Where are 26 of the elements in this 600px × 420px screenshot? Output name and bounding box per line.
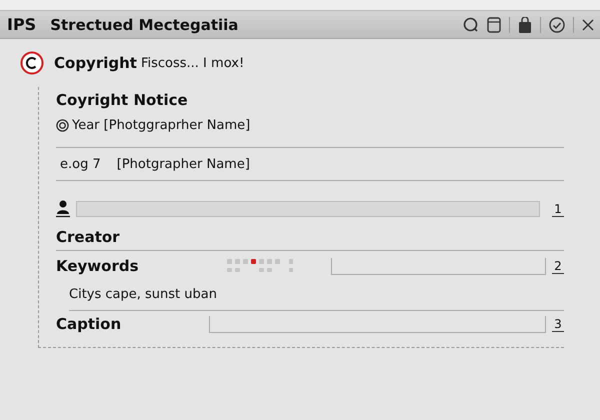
field-label: Caption [56,315,122,333]
field-number: 1 [552,202,564,216]
input-field[interactable] [209,316,546,332]
section-subtitle: Fiscoss... I mox! [140,56,244,70]
section-title: Copyright [54,54,137,72]
input-field[interactable] [330,258,546,274]
field-number: 2 [552,258,564,274]
window-icon[interactable] [487,16,501,32]
close-icon[interactable] [582,18,594,30]
copyright-icon [20,51,44,75]
check-circle-icon[interactable] [549,16,565,32]
field-value: Year [Photggraprher Name] [72,118,250,133]
dot-grid-icon [226,259,293,273]
input-field[interactable] [76,201,540,217]
field-label: Keywords [56,257,139,275]
field-number: 3 [552,316,564,332]
field-label: Creator [56,228,564,251]
example-prefix: e.og 7 [60,157,101,172]
field-label: Coyright Notice [56,90,189,109]
example-value: [Photgrapher Name] [116,157,250,172]
search-icon[interactable] [463,16,479,32]
copyright-icon [56,119,69,132]
window-title: Strectued Mectegatiia [50,16,238,34]
field-value: Citys cape, sunst uban [69,287,564,311]
app-name: IPS [7,15,36,34]
person-icon [56,200,70,218]
